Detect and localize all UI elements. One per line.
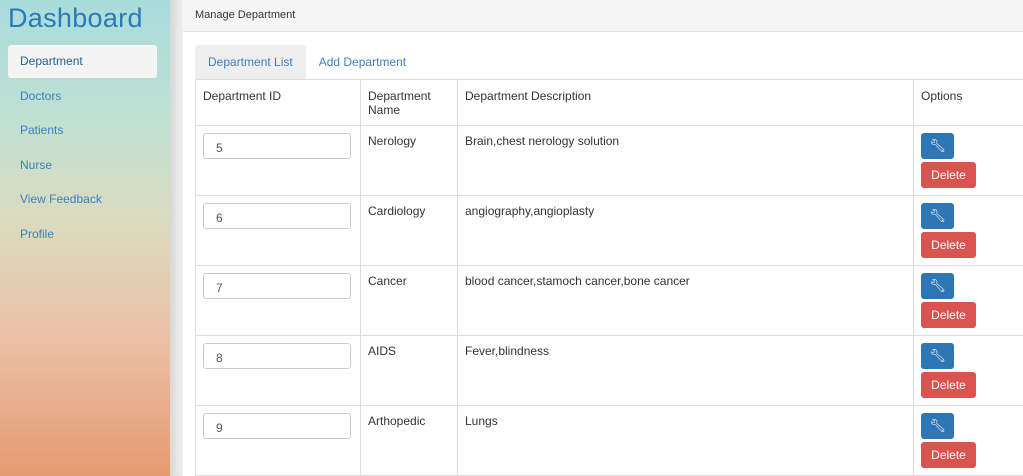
cell-department-id: 9: [195, 405, 361, 476]
sidebar-item-patients[interactable]: Patients: [8, 114, 157, 147]
sidebar-nav: Department Doctors Patients Nurse View F…: [8, 45, 157, 252]
wrench-icon: 🔧︎: [929, 418, 946, 433]
cell-options: 🔧︎ Delete: [913, 195, 1023, 266]
department-id-field[interactable]: 7: [203, 273, 351, 299]
header-department-description: Department Description: [457, 79, 914, 126]
table-row: 8 AIDS Fever,blindness 🔧︎ Delete: [195, 335, 1023, 406]
delete-button[interactable]: Delete: [921, 442, 976, 468]
header-options: Options: [913, 79, 1023, 126]
tab-bar: Department List Add Department: [195, 45, 419, 79]
department-id-field[interactable]: 9: [203, 413, 351, 439]
header-department-id: Department ID: [195, 79, 361, 126]
edit-button[interactable]: 🔧︎: [921, 343, 954, 369]
cell-department-name: AIDS: [360, 335, 458, 406]
delete-button[interactable]: Delete: [921, 162, 976, 188]
edit-button[interactable]: 🔧︎: [921, 273, 954, 299]
cell-department-description: blood cancer,stamoch cancer,bone cancer: [457, 265, 914, 336]
cell-department-description: Lungs: [457, 405, 914, 476]
cell-department-id: 7: [195, 265, 361, 336]
department-id-field[interactable]: 5: [203, 133, 351, 159]
table-header-row: Department ID Department Name Department…: [195, 79, 1023, 126]
delete-button[interactable]: Delete: [921, 302, 976, 328]
delete-button[interactable]: Delete: [921, 232, 976, 258]
cell-department-description: Fever,blindness: [457, 335, 914, 406]
cell-department-name: Arthopedic: [360, 405, 458, 476]
main-panel: Department List Add Department Department…: [183, 32, 1023, 476]
delete-button[interactable]: Delete: [921, 372, 976, 398]
sidebar-item-view-feedback[interactable]: View Feedback: [8, 183, 157, 216]
table-row: 6 Cardiology angiography,angioplasty 🔧︎ …: [195, 195, 1023, 266]
wrench-icon: 🔧︎: [929, 208, 946, 223]
cell-department-name: Nerology: [360, 125, 458, 196]
page-header: Manage Department: [183, 0, 1023, 32]
sidebar: Dashboard Department Doctors Patients Nu…: [0, 0, 170, 476]
edit-button[interactable]: 🔧︎: [921, 133, 954, 159]
cell-options: 🔧︎ Delete: [913, 265, 1023, 336]
sidebar-item-department[interactable]: Department: [8, 45, 157, 78]
wrench-icon: 🔧︎: [929, 278, 946, 293]
cell-department-id: 8: [195, 335, 361, 406]
cell-options: 🔧︎ Delete: [913, 335, 1023, 406]
cell-department-description: angiography,angioplasty: [457, 195, 914, 266]
department-id-field[interactable]: 8: [203, 343, 351, 369]
header-department-name: Department Name: [360, 79, 458, 126]
sidebar-item-doctors[interactable]: Doctors: [8, 80, 157, 113]
wrench-icon: 🔧︎: [929, 348, 946, 363]
sidebar-item-nurse[interactable]: Nurse: [8, 149, 157, 182]
tab-add-department[interactable]: Add Department: [306, 45, 419, 79]
cell-department-description: Brain,chest nerology solution: [457, 125, 914, 196]
wrench-icon: 🔧︎: [929, 138, 946, 153]
cell-options: 🔧︎ Delete: [913, 125, 1023, 196]
page-title: Manage Department: [195, 9, 296, 21]
sidebar-divider: [170, 0, 183, 476]
cell-department-name: Cardiology: [360, 195, 458, 266]
table-row: 9 Arthopedic Lungs 🔧︎ Delete: [195, 405, 1023, 476]
cell-department-id: 5: [195, 125, 361, 196]
department-table: Department ID Department Name Department…: [195, 79, 1023, 476]
edit-button[interactable]: 🔧︎: [921, 413, 954, 439]
dashboard-title: Dashboard: [8, 3, 143, 33]
cell-options: 🔧︎ Delete: [913, 405, 1023, 476]
table-row: 7 Cancer blood cancer,stamoch cancer,bon…: [195, 265, 1023, 336]
table-row: 5 Nerology Brain,chest nerology solution…: [195, 125, 1023, 196]
cell-department-id: 6: [195, 195, 361, 266]
tab-department-list[interactable]: Department List: [195, 45, 306, 79]
department-id-field[interactable]: 6: [203, 203, 351, 229]
edit-button[interactable]: 🔧︎: [921, 203, 954, 229]
cell-department-name: Cancer: [360, 265, 458, 336]
sidebar-item-profile[interactable]: Profile: [8, 218, 157, 251]
